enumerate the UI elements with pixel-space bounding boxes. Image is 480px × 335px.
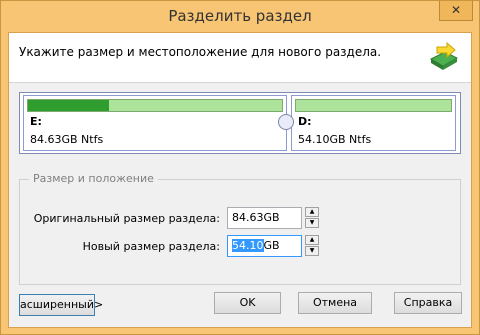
spin-down-icon[interactable]: ▼ bbox=[305, 246, 319, 256]
close-button[interactable]: ✕ bbox=[439, 1, 473, 21]
partition-d[interactable]: D: 54.10GB Ntfs bbox=[291, 95, 456, 151]
advanced-button[interactable]: асширенный> bbox=[19, 294, 103, 316]
ok-button[interactable]: OK bbox=[214, 292, 281, 314]
spin-down-icon[interactable]: ▼ bbox=[305, 218, 319, 228]
new-size-label: Новый размер раздела: bbox=[82, 240, 220, 253]
spin-up-icon[interactable]: ▲ bbox=[305, 235, 319, 245]
partition-d-letter: D: bbox=[298, 115, 312, 128]
original-size-label: Оригинальный размер раздела: bbox=[33, 212, 220, 225]
partition-e-usage-bar bbox=[27, 99, 283, 112]
dialog-content: Укажите размер и местоположение для ново… bbox=[8, 32, 472, 328]
disk-map: E: 84.63GB Ntfs D: 54.10GB Ntfs bbox=[19, 92, 461, 154]
split-partition-icon bbox=[429, 41, 459, 70]
resize-handle[interactable] bbox=[278, 114, 294, 130]
header-description: Укажите размер и местоположение для ново… bbox=[19, 45, 382, 59]
partition-e-usage-fill bbox=[28, 100, 110, 111]
partition-e-info: 84.63GB Ntfs bbox=[30, 133, 104, 146]
split-partition-window: Разделить раздел ✕ Укажите размер и мест… bbox=[0, 0, 480, 335]
new-size-spinner[interactable]: ▲ ▼ bbox=[305, 235, 319, 257]
close-icon: ✕ bbox=[450, 3, 462, 17]
cancel-button[interactable]: Отмена bbox=[298, 292, 372, 314]
partition-e-letter: E: bbox=[30, 115, 42, 128]
title-bar[interactable]: Разделить раздел ✕ bbox=[1, 1, 479, 32]
new-size-selected-text: 54.10 bbox=[232, 239, 264, 252]
partition-e[interactable]: E: 84.63GB Ntfs bbox=[23, 95, 287, 151]
group-title: Размер и положение bbox=[29, 172, 158, 185]
partition-d-usage-bar bbox=[295, 99, 452, 112]
size-position-group: Размер и положение Оригинальный размер р… bbox=[19, 172, 461, 285]
original-size-field[interactable]: 84.63GB bbox=[227, 207, 302, 229]
window-title: Разделить раздел bbox=[168, 7, 312, 25]
new-size-unit: GB bbox=[263, 239, 280, 252]
partition-d-info: 54.10GB Ntfs bbox=[298, 133, 372, 146]
dialog-header: Укажите размер и местоположение для ново… bbox=[9, 33, 471, 83]
spin-up-icon[interactable]: ▲ bbox=[305, 207, 319, 217]
new-size-field[interactable]: 54.10GB bbox=[227, 235, 302, 257]
help-button[interactable]: Справка bbox=[394, 292, 462, 314]
original-size-spinner[interactable]: ▲ ▼ bbox=[305, 207, 319, 229]
